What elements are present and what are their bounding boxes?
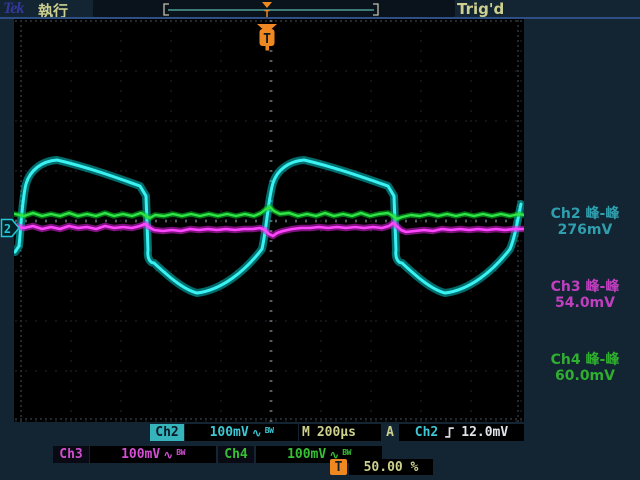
measurement-value: 54.0mV [555,295,615,311]
ac-coupling-icon: ∿ [163,447,174,462]
record-trigger-t: T [264,9,270,20]
measurement-value: 276mV [557,222,613,238]
ac-coupling-icon: ∿ [251,425,262,440]
trigger-level: 12.0mV [461,425,509,440]
measurement-ch3-pkpk: Ch3 峰-峰 54.0mV [532,279,638,311]
trigger-position-readout: 50.00 % [349,459,433,475]
trigger-position-icon: T [330,459,347,475]
trigger-readout: Ch2 12.0mV [399,424,524,441]
bandwidth-limit-icon: BW [176,448,185,457]
measurement-title: Ch4 峰-峰 [550,352,620,368]
measurement-value: 60.0mV [555,368,615,384]
ch2-scale-value: 100mV [209,425,249,440]
record-trigger-icon [262,2,272,8]
horizontal-scale-readout: M 200µs [299,424,381,441]
trigger-source: Ch2 [414,425,439,440]
record-view-indicator: T [163,2,379,20]
ch4-scale-value: 100mV [287,447,327,462]
trigger-position-marker: T [257,24,277,51]
ch3-scale-readout: 100mV ∿ BW [90,446,216,463]
ch2-scale-readout: 100mV ∿ BW [185,424,298,441]
ch4-channel-tag: Ch4 [218,446,254,463]
ch3-channel-tag: Ch3 [53,446,89,463]
waveform-display: T T 2 [0,2,524,297]
rising-edge-icon [445,427,455,438]
measurement-title: Ch3 峰-峰 [550,279,620,295]
bandwidth-limit-icon: BW [264,426,274,435]
horizontal-value: 200µs [316,425,356,440]
ch2-channel-tag: Ch2 [150,424,184,441]
measurement-ch4-pkpk: Ch4 峰-峰 60.0mV [532,352,638,384]
ch3-scale-value: 100mV [121,447,161,462]
bandwidth-limit-icon: BW [342,448,351,457]
measurement-ch2-pkpk: Ch2 峰-峰 276mV [532,206,638,238]
horizontal-label: M [302,425,310,440]
ch2-marker-label: 2 [4,222,11,236]
trigger-t-glyph: T [263,32,271,47]
measurement-title: Ch2 峰-峰 [550,206,620,222]
trigger-mode-label: A [386,425,394,440]
